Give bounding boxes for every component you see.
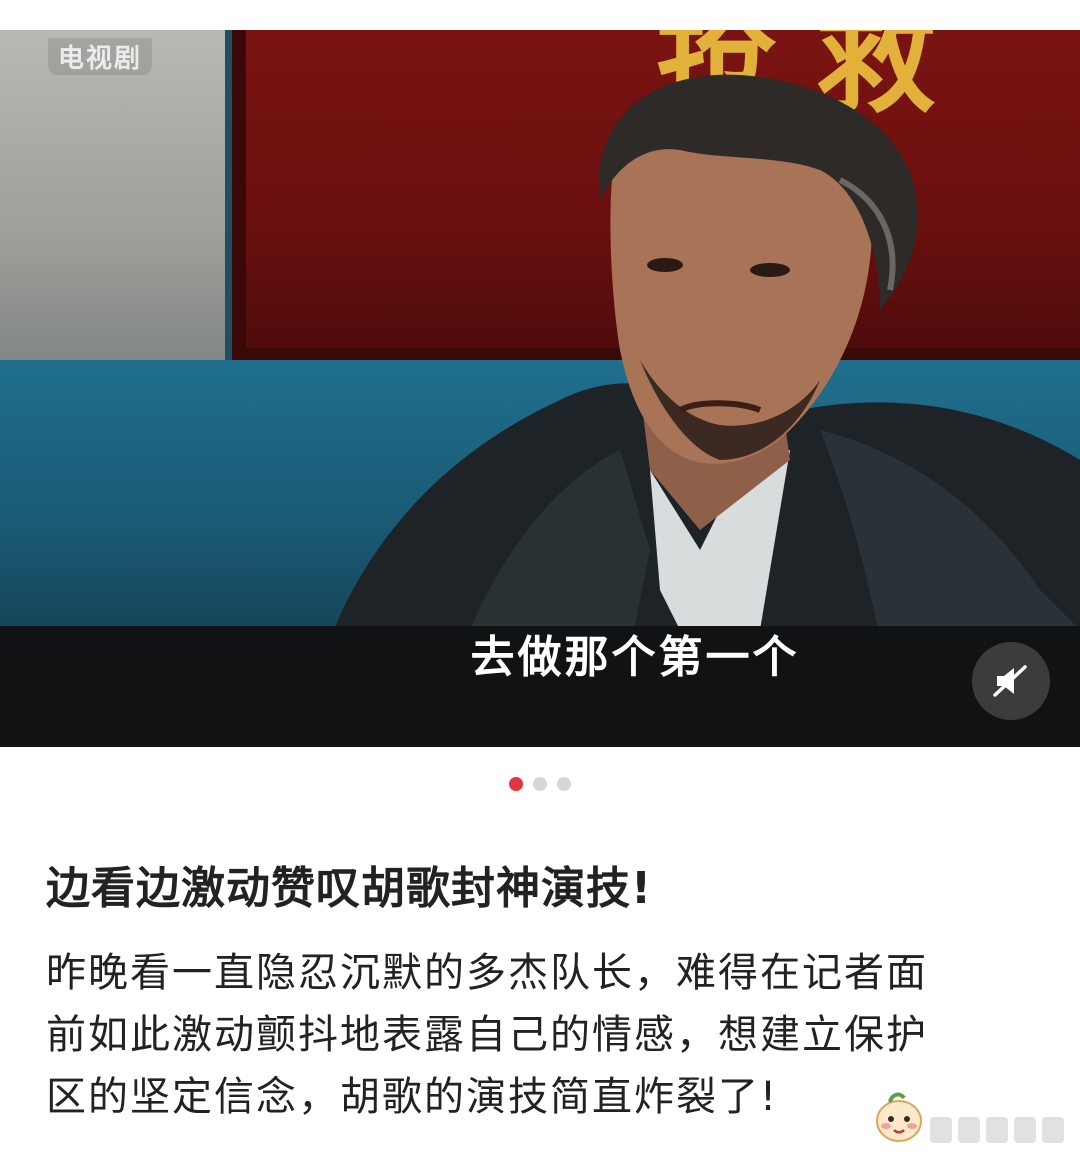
speaker-muted-icon (993, 665, 1027, 697)
video-player[interactable]: 抢救机 电视剧 去做那个第一个 (0, 30, 1080, 747)
post-body-line: 昨晚看一直隐忍沉默的多杰队长，难得在记者面 (46, 950, 928, 996)
carousel-dot-1[interactable] (509, 777, 523, 791)
carousel-dot-2[interactable] (533, 777, 547, 791)
carousel-dot-3[interactable] (557, 777, 571, 791)
blush-emoji-icon (876, 1092, 922, 1142)
post-body-line: 前如此激动颤抖地表露自己的情感，想建立保护 (46, 1012, 928, 1058)
channel-label: 电视剧 (48, 38, 153, 75)
mute-button[interactable] (972, 642, 1050, 720)
carousel-indicator (0, 777, 1080, 793)
watermark (930, 1112, 1070, 1148)
top-strip (0, 0, 1080, 30)
post-title: 边看边激动赞叹胡歌封神演技! (46, 863, 653, 914)
video-subtitle: 去做那个第一个 (470, 632, 800, 683)
